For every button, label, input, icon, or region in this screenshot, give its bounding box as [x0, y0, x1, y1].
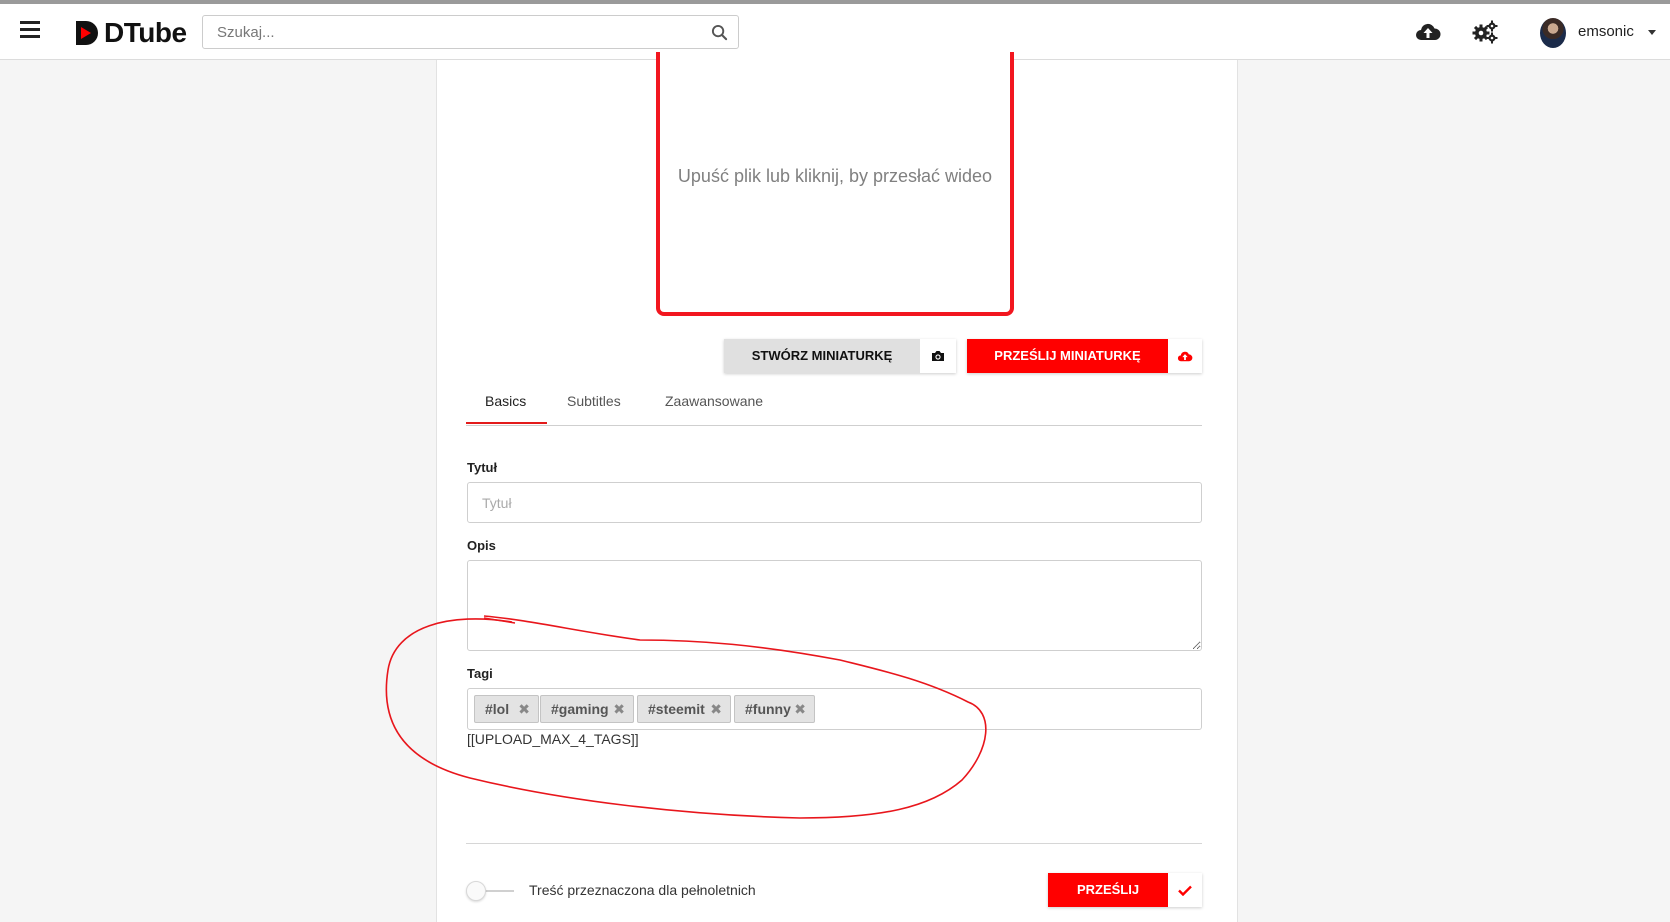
check-icon	[1168, 873, 1202, 907]
avatar[interactable]	[1540, 18, 1566, 48]
chevron-down-icon[interactable]	[1648, 30, 1656, 35]
search-bar	[202, 15, 739, 49]
tag-chip: #funny ✖	[734, 695, 815, 723]
title-input[interactable]	[467, 482, 1202, 523]
adult-content-label: Treść przeznaczona dla pełnoletnich	[529, 882, 756, 898]
form-tabs: Basics Subtitles Zaawansowane	[466, 382, 1202, 426]
submit-button[interactable]: PRZEŚLIJ	[1048, 873, 1202, 907]
cloud-upload-icon	[1168, 339, 1202, 373]
active-tab-indicator	[466, 422, 547, 424]
tag-text: #funny	[745, 701, 791, 717]
tag-text: #gaming	[551, 701, 609, 717]
tab-advanced[interactable]: Zaawansowane	[665, 393, 763, 409]
search-icon[interactable]	[711, 24, 728, 41]
upload-thumbnail-label: PRZEŚLIJ MINIATURKĘ	[967, 339, 1168, 373]
tag-text: #steemit	[648, 701, 705, 717]
menu-icon[interactable]	[20, 21, 40, 43]
upload-thumbnail-button[interactable]: PRZEŚLIJ MINIATURKĘ	[967, 339, 1202, 373]
dropzone-text: Upuść plik lub kliknij, by przesłać wide…	[677, 166, 993, 186]
username[interactable]: emsonic	[1578, 23, 1634, 40]
divider	[466, 843, 1202, 844]
logo[interactable]: DTube	[74, 17, 187, 49]
submit-label: PRZEŚLIJ	[1048, 873, 1168, 907]
tag-chip: #gaming ✖	[540, 695, 634, 723]
dtube-logo-icon	[76, 21, 98, 45]
tab-subtitles[interactable]: Subtitles	[567, 393, 621, 409]
description-label: Opis	[467, 538, 496, 553]
tag-chip: #lol ✖	[474, 695, 539, 723]
create-thumbnail-button[interactable]: STWÓRZ MINIATURKĘ	[724, 339, 956, 373]
camera-icon	[920, 339, 956, 373]
video-dropzone[interactable]: Upuść plik lub kliknij, by przesłać wide…	[656, 52, 1014, 316]
title-label: Tytuł	[467, 460, 498, 475]
logo-text: DTube	[104, 17, 187, 48]
gears-icon[interactable]	[1472, 20, 1498, 44]
tag-chip: #steemit ✖	[637, 695, 731, 723]
tags-input[interactable]: #lol ✖ #gaming ✖ #steemit ✖ #funny ✖	[467, 688, 1202, 730]
close-icon[interactable]: ✖	[710, 696, 722, 722]
create-thumbnail-label: STWÓRZ MINIATURKĘ	[724, 339, 920, 373]
adult-content-toggle[interactable]	[466, 879, 516, 903]
close-icon[interactable]: ✖	[794, 696, 806, 722]
toggle-knob	[466, 881, 486, 901]
description-textarea[interactable]	[467, 560, 1202, 651]
tab-basics[interactable]: Basics	[485, 393, 526, 409]
tags-hint: [[UPLOAD_MAX_4_TAGS]]	[467, 731, 639, 747]
tags-label: Tagi	[467, 666, 493, 681]
close-icon[interactable]: ✖	[518, 696, 530, 722]
search-input[interactable]	[203, 16, 701, 48]
cloud-upload-icon[interactable]	[1415, 20, 1441, 44]
close-icon[interactable]: ✖	[613, 696, 625, 722]
tag-text: #lol	[485, 701, 510, 717]
